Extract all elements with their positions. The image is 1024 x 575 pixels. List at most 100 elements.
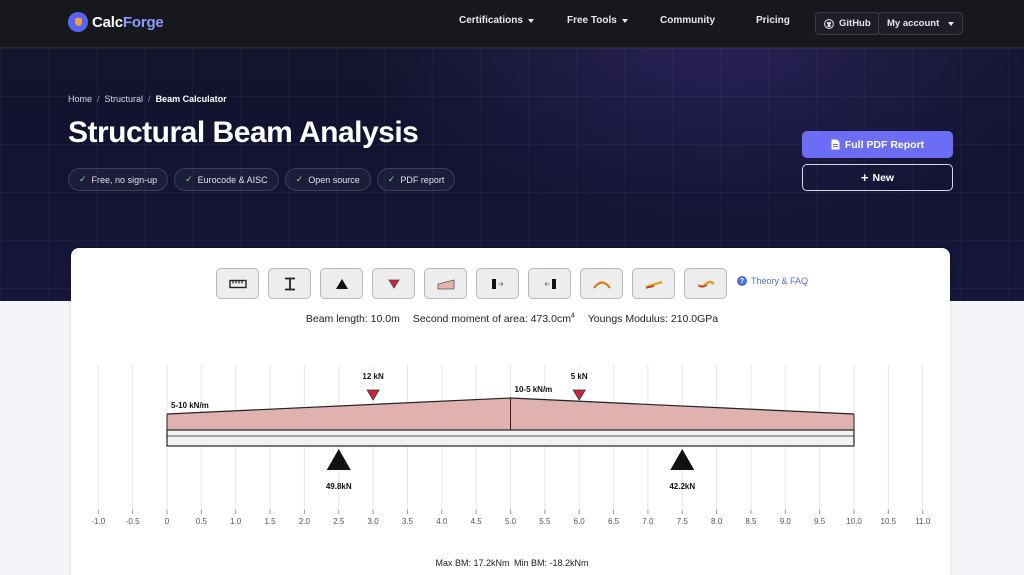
beam-properties: Beam length: 10.0m Second moment of area… xyxy=(0,312,1024,325)
breadcrumb-separator: / xyxy=(97,94,100,104)
full-pdf-report-button[interactable]: Full PDF Report xyxy=(802,131,953,158)
support-triangle xyxy=(670,449,695,470)
logo-icon xyxy=(68,12,88,32)
chevron-down-icon xyxy=(948,21,955,26)
point-load-label: 12 kN xyxy=(362,372,384,381)
breadcrumb-current: Beam Calculator xyxy=(155,94,227,104)
distributed-load-label: 10-5 kN/m xyxy=(515,385,553,394)
nav-free-tools[interactable]: Free Tools xyxy=(567,15,628,26)
logo[interactable]: CalcForge xyxy=(68,12,164,32)
account-label: My account xyxy=(887,18,940,29)
check-icon: ✓ xyxy=(185,174,193,184)
curve-tool-button[interactable] xyxy=(684,268,727,299)
pdf-button-label: Full PDF Report xyxy=(844,138,925,151)
chevron-down-icon xyxy=(527,18,534,23)
support-tool-button[interactable] xyxy=(320,268,363,299)
github-button[interactable]: GitHub xyxy=(815,12,880,35)
ramp-tool-button[interactable] xyxy=(632,268,675,299)
nav-item-label: Pricing xyxy=(756,15,790,26)
x-tick-label: 2.0 xyxy=(299,517,311,526)
distributed-load-label: 5-10 kN/m xyxy=(171,401,209,410)
ramp-load-icon xyxy=(645,280,662,289)
x-tick-label: 5.0 xyxy=(505,517,517,526)
x-tick-label: -0.5 xyxy=(126,517,140,526)
point-load-tool-button[interactable] xyxy=(372,268,415,299)
i-beam-icon xyxy=(284,277,295,290)
nav-community[interactable]: Community xyxy=(660,15,715,26)
x-tick-label: 3.5 xyxy=(402,517,414,526)
beam-length-text: Beam length: 10.0m xyxy=(305,312,400,325)
x-tick-label: 8.5 xyxy=(745,517,757,526)
support-triangle-icon xyxy=(335,278,348,289)
second-moment-text: Second moment of area: 473.0cm4 xyxy=(412,312,575,325)
x-tick-label: 7.0 xyxy=(642,517,654,526)
nav-item-label: Certifications xyxy=(459,15,523,26)
length-tool-button[interactable] xyxy=(216,268,259,299)
x-tick-label: 1.5 xyxy=(264,517,276,526)
feature-badges: ✓ Free, no sign-up ✓ Eurocode & AISC ✓ Open… xyxy=(68,168,456,191)
badge-open-source: ✓ Open source xyxy=(284,168,371,191)
breadcrumb-separator: / xyxy=(148,94,151,104)
fixed-support-right-icon xyxy=(543,278,556,289)
badge-eurocode: ✓ Eurocode & AISC xyxy=(174,168,279,191)
badge-free: ✓ Free, no sign-up xyxy=(68,168,169,191)
github-label: GitHub xyxy=(839,18,871,29)
nav-certifications[interactable]: Certifications xyxy=(459,15,534,26)
logo-text: CalcForge xyxy=(92,13,164,31)
min-bm-text: Min BM: -18.2kNm xyxy=(514,558,589,568)
top-navbar: CalcForge Certifications Free Tools Comm… xyxy=(0,0,1024,48)
reaction-label: 49.8kN xyxy=(326,482,352,491)
x-tick-label: 10.5 xyxy=(881,517,897,526)
x-tick-label: 3.0 xyxy=(368,517,380,526)
point-load-arrow xyxy=(366,389,380,401)
moment-left-tool-button[interactable] xyxy=(476,268,519,299)
moment-right-tool-button[interactable] xyxy=(528,268,571,299)
x-tick-label: 1.0 xyxy=(230,517,242,526)
x-axis: -1.0 -0.5 0 0.5 1.0 1.5 2.0 2.5 3.0 3.5 4.0 4.5 5.0 5… xyxy=(91,510,931,526)
x-tick-label: 0 xyxy=(165,517,170,526)
x-tick-label: 10.0 xyxy=(846,517,862,526)
arch-load-icon xyxy=(592,280,611,289)
check-icon: ✓ xyxy=(295,174,304,184)
x-tick-label: 4.5 xyxy=(471,517,483,526)
x-tick-label: 6.5 xyxy=(608,517,620,526)
breadcrumb-home[interactable]: Home xyxy=(68,94,92,104)
new-button-label: New xyxy=(872,171,895,184)
breadcrumb: Home / Structural / Beam Calculator xyxy=(68,94,227,104)
distributed-load-icon xyxy=(437,278,454,289)
x-tick-label: 4.0 xyxy=(436,517,448,526)
theory-faq-link[interactable]: ? Theory & FAQ xyxy=(737,276,808,286)
x-tick-label: 7.5 xyxy=(677,517,689,526)
my-account-button[interactable]: My account xyxy=(878,12,964,35)
support-triangle xyxy=(326,449,351,470)
theory-faq-label: Theory & FAQ xyxy=(751,276,809,286)
x-tick-label: 9.5 xyxy=(814,517,826,526)
breadcrumb-structural[interactable]: Structural xyxy=(105,94,144,104)
beam-body[interactable] xyxy=(166,429,855,447)
arch-tool-button[interactable] xyxy=(580,268,623,299)
fixed-support-left-icon xyxy=(491,278,504,289)
beam-rect xyxy=(166,429,855,447)
check-icon: ✓ xyxy=(79,174,87,184)
distributed-load-tool-button[interactable] xyxy=(424,268,467,299)
beam-diagram: 5-10 kN/m 10-5 kN/m 12 kN 5 kN 49.8kN 42.2k… xyxy=(91,365,931,526)
badge-pdf: ✓ PDF report xyxy=(376,168,456,191)
x-tick-label: 0.5 xyxy=(196,517,208,526)
question-icon: ? xyxy=(737,276,747,286)
max-bm-text: Max BM: 17.2kNm xyxy=(435,558,510,568)
x-tick-label: 2.5 xyxy=(333,517,345,526)
nav-item-label: Free Tools xyxy=(567,15,617,26)
reaction-label: 42.2kN xyxy=(669,482,695,491)
section-tool-button[interactable] xyxy=(268,268,311,299)
point-load-arrow xyxy=(572,389,586,401)
nav-item-label: Community xyxy=(660,15,715,26)
x-tick-label: 8.0 xyxy=(711,517,723,526)
new-button[interactable]: + New xyxy=(802,164,953,191)
page-title: Structural Beam Analysis xyxy=(68,116,419,149)
nav-pricing[interactable]: Pricing xyxy=(756,15,790,26)
file-pdf-icon xyxy=(831,139,840,150)
plus-icon: + xyxy=(860,170,869,185)
point-load-icon xyxy=(387,279,400,289)
point-load-label: 5 kN xyxy=(571,372,588,381)
point-loads: 12 kN 5 kN xyxy=(362,372,588,401)
